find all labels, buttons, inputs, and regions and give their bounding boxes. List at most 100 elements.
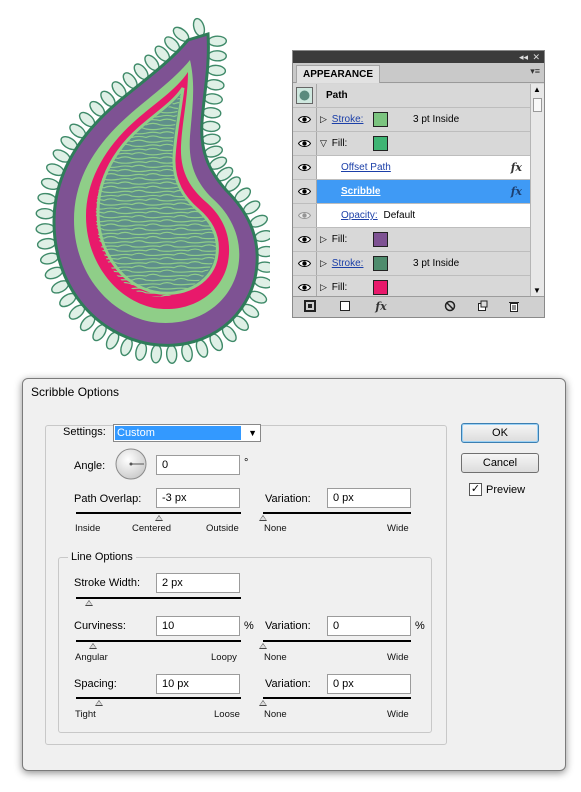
visibility-toggle[interactable] <box>293 132 317 155</box>
angle-input[interactable]: 0 <box>156 455 240 475</box>
scale-loopy: Loopy <box>211 652 237 663</box>
ok-button[interactable]: OK <box>461 423 539 443</box>
clear-appearance-icon[interactable] <box>443 300 457 314</box>
stroke-swatch[interactable] <box>373 112 388 127</box>
spacing-slider-thumb[interactable] <box>95 700 104 706</box>
curviness-slider-thumb[interactable] <box>88 643 97 649</box>
scale-none: None <box>264 652 287 663</box>
appearance-row-fill[interactable]: ▷ Fill: <box>293 228 530 252</box>
visibility-toggle[interactable] <box>293 180 317 203</box>
fill-swatch[interactable] <box>373 136 388 151</box>
new-fill-icon[interactable] <box>338 300 352 314</box>
visibility-toggle[interactable] <box>293 156 317 179</box>
collapse-triangle-icon[interactable]: ▽ <box>320 132 329 155</box>
fill-label: Fill: <box>331 138 348 149</box>
stroke-width-slider-track[interactable] <box>76 597 241 599</box>
chevron-down-icon[interactable]: ▼ <box>248 428 257 438</box>
scale-wide: Wide <box>387 523 409 534</box>
row-content: ▷ Stroke: 3 pt Inside <box>318 252 530 275</box>
stroke-swatch[interactable] <box>373 256 388 271</box>
spacing-input[interactable]: 10 px <box>156 674 240 694</box>
stroke-link[interactable]: Stroke: <box>332 114 364 125</box>
add-effect-icon[interactable]: fx <box>371 300 391 314</box>
variation-slider-track[interactable] <box>263 640 411 642</box>
variation-slider-thumb[interactable] <box>259 515 267 521</box>
stroke-link[interactable]: Stroke: <box>332 258 364 269</box>
header-label: Path <box>326 90 348 101</box>
eye-icon <box>298 188 311 195</box>
scroll-thumb[interactable] <box>533 98 542 112</box>
panel-title-bar[interactable]: ◂◂ ✕ <box>293 51 544 63</box>
preview-label[interactable]: Preview <box>486 484 525 496</box>
opacity-link[interactable]: Opacity: <box>341 210 378 221</box>
close-icon[interactable]: ✕ <box>532 51 540 63</box>
fill-label: Fill: <box>331 234 348 245</box>
preview-checkbox[interactable]: ✓ <box>469 483 482 496</box>
panel-scrollbar[interactable]: ▲ ▼ <box>530 84 544 296</box>
dialog-title: Scribble Options <box>31 385 120 399</box>
panel-menu-icon[interactable]: ▾≡ <box>530 66 540 77</box>
tab-appearance[interactable]: APPEARANCE <box>296 65 381 83</box>
expand-triangle-icon[interactable]: ▷ <box>320 108 329 131</box>
paisley-artwork <box>35 17 270 364</box>
visibility-toggle[interactable] <box>293 228 317 251</box>
row-content: Offset Path fx <box>318 156 530 179</box>
variation-input[interactable]: 0 <box>327 616 411 636</box>
curviness-slider-track[interactable] <box>76 640 241 642</box>
visibility-toggle[interactable] <box>293 108 317 131</box>
path-overlap-slider-thumb[interactable] <box>154 515 163 521</box>
scallop-petal <box>35 208 55 220</box>
path-overlap-slider-track[interactable] <box>76 512 241 514</box>
delete-item-icon[interactable] <box>507 300 521 314</box>
cancel-button[interactable]: Cancel <box>461 453 539 473</box>
angle-dial[interactable] <box>115 448 147 480</box>
stroke-width-slider-thumb[interactable] <box>85 600 94 606</box>
scribble-link[interactable]: Scribble <box>341 186 380 197</box>
expand-triangle-icon[interactable]: ▷ <box>320 228 329 251</box>
visibility-toggle[interactable] <box>293 252 317 275</box>
stroke-width-input[interactable]: 2 px <box>156 573 240 593</box>
appearance-row-fill[interactable]: ▽ Fill: <box>293 132 530 156</box>
expand-triangle-icon[interactable]: ▷ <box>320 252 329 275</box>
curviness-unit: % <box>244 620 254 632</box>
variation-slider-thumb[interactable] <box>259 700 267 706</box>
variation-slider-thumb[interactable] <box>259 643 267 649</box>
stroke-weight-label: 3 pt Inside <box>413 258 460 269</box>
curviness-label: Curviness: <box>74 620 126 632</box>
appearance-row-fill[interactable]: ▷ Fill: <box>293 276 530 296</box>
fill-swatch[interactable] <box>373 232 388 247</box>
new-stroke-icon[interactable] <box>303 300 317 314</box>
appearance-header-row[interactable]: Path <box>293 84 530 108</box>
fill-swatch[interactable] <box>373 280 388 295</box>
path-overlap-label: Path Overlap: <box>74 493 142 505</box>
line-options-label: Line Options <box>68 551 136 563</box>
variation-slider-track[interactable] <box>263 697 411 699</box>
scroll-up-icon[interactable]: ▲ <box>533 85 541 94</box>
settings-dropdown[interactable]: Custom ▼ <box>113 424 261 442</box>
scallop-petal <box>201 120 221 133</box>
appearance-row-stroke[interactable]: ▷ Stroke: 3 pt Inside <box>293 108 530 132</box>
variation-input[interactable]: 0 px <box>327 488 411 508</box>
scale-tight: Tight <box>75 709 96 720</box>
appearance-row-stroke[interactable]: ▷ Stroke: 3 pt Inside <box>293 252 530 276</box>
appearance-panel: ◂◂ ✕ APPEARANCE ▾≡ Path ▷ Stroke: 3 pt I… <box>292 50 545 318</box>
variation-slider-track[interactable] <box>263 512 411 514</box>
scallop-petal <box>207 50 227 62</box>
expand-triangle-icon[interactable]: ▷ <box>320 276 329 296</box>
degree-symbol: ° <box>244 457 249 469</box>
variation-input[interactable]: 0 px <box>327 674 411 694</box>
appearance-row-opacity[interactable]: Opacity: Default <box>293 204 530 228</box>
duplicate-item-icon[interactable] <box>476 300 490 314</box>
scale-loose: Loose <box>214 709 240 720</box>
visibility-toggle[interactable] <box>293 276 317 296</box>
curviness-input[interactable]: 10 <box>156 616 240 636</box>
collapse-icon[interactable]: ◂◂ <box>519 51 528 63</box>
appearance-row-offset-path[interactable]: Offset Path fx <box>293 156 530 180</box>
opacity-value: Default <box>383 210 416 221</box>
visibility-toggle[interactable] <box>293 204 317 227</box>
appearance-row-scribble[interactable]: Scribble fx <box>293 180 530 204</box>
path-overlap-input[interactable]: -3 px <box>156 488 240 508</box>
spacing-slider-track[interactable] <box>76 697 241 699</box>
offset-path-link[interactable]: Offset Path <box>341 162 391 173</box>
scroll-down-icon[interactable]: ▼ <box>533 286 541 295</box>
